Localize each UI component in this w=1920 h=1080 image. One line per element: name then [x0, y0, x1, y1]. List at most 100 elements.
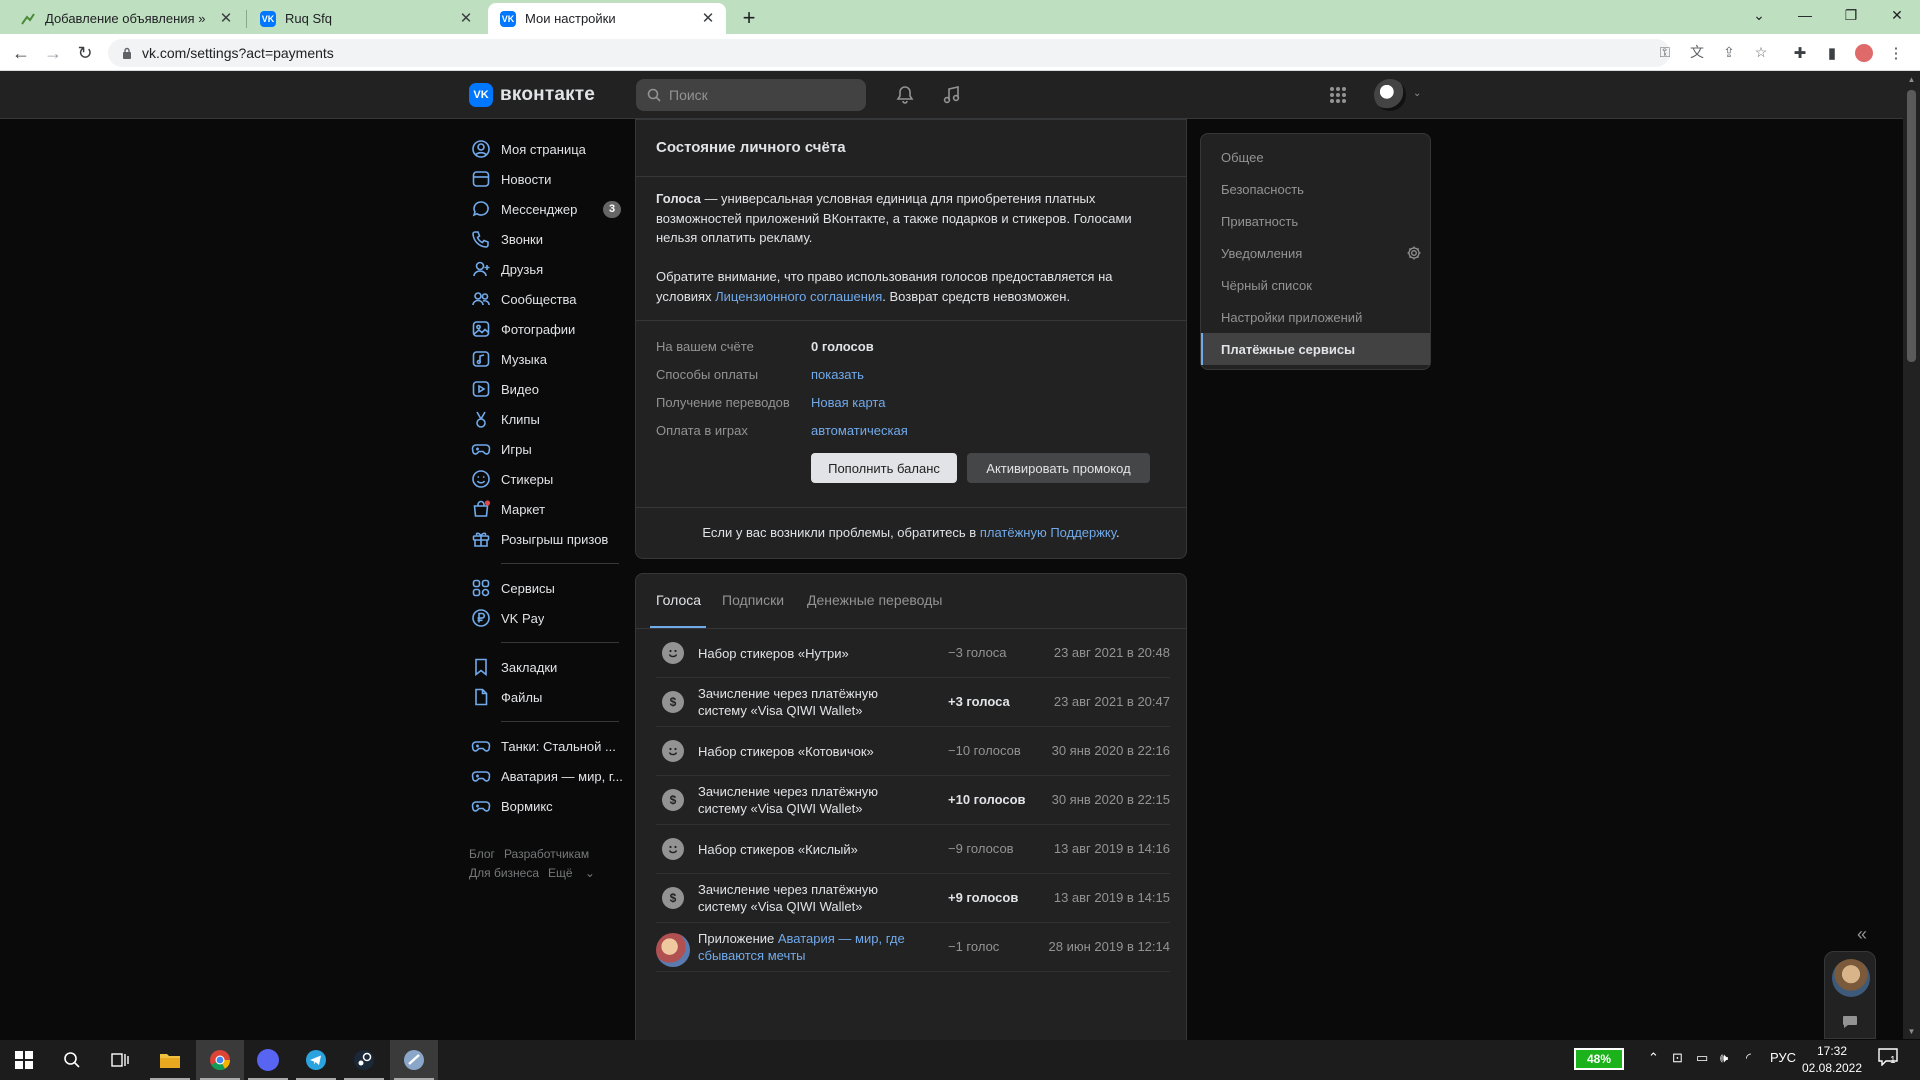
browser-tab[interactable]: Добавление объявления » Рын ✕ [8, 3, 244, 34]
browser-tab[interactable]: VK Ruq Sfq ✕ [248, 3, 484, 34]
sidebar-item-4-1[interactable]: Аватария — мир, г... [469, 761, 629, 791]
gear-icon[interactable] [1406, 245, 1422, 261]
back-arrow-icon[interactable]: ← [8, 40, 34, 66]
battery-indicator[interactable]: 48% [1574, 1048, 1624, 1070]
sidebar-item-1-5[interactable]: Сообщества [469, 284, 629, 314]
game-app-icon[interactable] [390, 1040, 438, 1080]
new-tab-button[interactable]: + [736, 6, 762, 32]
sidebar-item-1-10[interactable]: Игры [469, 434, 629, 464]
settings-menu-item[interactable]: Приватность [1201, 205, 1430, 237]
settings-menu-item[interactable]: Уведомления [1201, 237, 1430, 269]
url-bar[interactable]: vk.com/settings?act=payments [108, 39, 1670, 67]
extensions-puzzle-icon[interactable]: ✚ [1790, 43, 1810, 63]
chrome-icon[interactable] [196, 1040, 244, 1080]
system-clock[interactable]: 17:32 02.08.2022 [1800, 1043, 1864, 1077]
settings-menu-item[interactable]: Чёрный список [1201, 269, 1430, 301]
sidebar-item-1-0[interactable]: Моя страница [469, 134, 629, 164]
tab-subscriptions[interactable]: Подписки [722, 592, 784, 608]
sidebar-item-1-6[interactable]: Фотографии [469, 314, 629, 344]
tab-close-icon[interactable]: ✕ [700, 10, 716, 27]
steam-icon[interactable] [340, 1040, 388, 1080]
wifi-icon[interactable]: ◜ [1746, 1050, 1751, 1066]
notifications-center-icon[interactable]: 1 [1878, 1048, 1902, 1070]
windows-start-icon[interactable] [0, 1040, 48, 1080]
music-note-icon[interactable] [940, 83, 964, 107]
browser-menu-icon[interactable]: ⋮ [1886, 43, 1906, 63]
settings-menu-item[interactable]: Платёжные сервисы [1201, 333, 1430, 365]
footer-link-blog[interactable]: Блог [469, 847, 495, 861]
translate-icon[interactable]: 文 [1688, 43, 1706, 61]
footer-link-more[interactable]: Ещё ⌄ [548, 866, 595, 880]
sidebar-item-1-12[interactable]: Маркет [469, 494, 629, 524]
discord-icon[interactable] [244, 1040, 292, 1080]
vk-logo[interactable]: VK вконтакте [469, 83, 595, 107]
profile-avatar-icon[interactable] [1854, 43, 1874, 63]
share-icon[interactable]: ⇪ [1720, 43, 1738, 61]
forward-arrow-icon[interactable]: → [40, 40, 66, 66]
show-payment-methods-link[interactable]: показать [811, 367, 864, 382]
show-hidden-icons-chevron-icon[interactable]: ⌃ [1648, 1050, 1659, 1066]
sidebar-item-3-1[interactable]: Файлы [469, 682, 629, 712]
sidebar-item-4-0[interactable]: Танки: Стальной ... [469, 731, 629, 761]
file-icon [475, 688, 488, 706]
sidebar-item-1-11[interactable]: Стикеры [469, 464, 629, 494]
auto-payment-link[interactable]: автоматическая [811, 423, 908, 438]
sidebar-item-1-13[interactable]: Розыгрыш призов [469, 524, 629, 554]
scroll-down-icon[interactable]: ▼ [1906, 1027, 1917, 1037]
activate-promo-button[interactable]: Активировать промокод [967, 453, 1150, 483]
tab-search-chevron-icon[interactable]: ⌄ [1736, 0, 1782, 30]
close-window-icon[interactable]: ✕ [1874, 0, 1920, 30]
user-avatar[interactable] [1374, 79, 1406, 111]
balance-row: На вашем счёте 0 голосов [656, 336, 874, 356]
footer-link-business[interactable]: Для бизнеса [469, 866, 539, 880]
volume-icon[interactable]: 🕪 [1720, 1050, 1728, 1066]
sidebar-item-1-7[interactable]: Музыка [469, 344, 629, 374]
file-explorer-icon[interactable] [146, 1040, 194, 1080]
tab-money-transfers[interactable]: Денежные переводы [807, 592, 942, 608]
sidebar-item-2-0[interactable]: Сервисы [469, 573, 629, 603]
minimize-icon[interactable]: — [1782, 0, 1828, 30]
notifications-bell-icon[interactable] [893, 83, 917, 107]
telegram-icon[interactable] [292, 1040, 340, 1080]
settings-menu-item[interactable]: Общее [1201, 141, 1430, 173]
tab-votes[interactable]: Голоса [656, 592, 701, 608]
sidebar-item-1-1[interactable]: Новости [469, 164, 629, 194]
payment-support-link[interactable]: платёжную Поддержку [980, 525, 1116, 540]
tray-app-icon[interactable]: ⊡ [1672, 1050, 1683, 1066]
sidebar-item-1-3[interactable]: Звонки [469, 224, 629, 254]
battery-tray-icon[interactable]: ▭ [1696, 1050, 1708, 1066]
sidebar-item-2-1[interactable]: VK Pay [469, 603, 629, 633]
restore-icon[interactable]: ❐ [1828, 0, 1874, 30]
tab-close-icon[interactable]: ✕ [458, 10, 474, 27]
scrollbar-thumb[interactable] [1907, 90, 1916, 362]
new-card-link[interactable]: Новая карта [811, 395, 885, 410]
sidebar-item-1-8[interactable]: Видео [469, 374, 629, 404]
sidebar-item-1-9[interactable]: Клипы [469, 404, 629, 434]
sidebar-item-3-0[interactable]: Закладки [469, 652, 629, 682]
collapse-chats-icon[interactable]: « [1857, 924, 1867, 945]
tab-close-icon[interactable]: ✕ [218, 10, 234, 27]
scroll-up-icon[interactable]: ▲ [1906, 75, 1917, 85]
chat-bubble-icon[interactable] [1842, 1015, 1858, 1029]
apps-grid-icon[interactable] [1326, 83, 1350, 107]
chevron-down-icon[interactable]: ⌄ [1413, 88, 1421, 99]
chat-contact-avatar[interactable] [1832, 959, 1870, 997]
search-taskbar-icon[interactable] [48, 1040, 96, 1080]
side-panel-icon[interactable]: ▮ [1822, 43, 1842, 63]
task-view-icon[interactable] [96, 1040, 144, 1080]
sidebar-item-1-4[interactable]: Друзья [469, 254, 629, 284]
search-input[interactable]: Поиск [636, 79, 866, 111]
language-indicator[interactable]: РУС [1770, 1050, 1796, 1065]
reload-icon[interactable]: ↻ [72, 40, 98, 66]
sidebar-item-4-2[interactable]: Вормикс [469, 791, 629, 821]
license-agreement-link[interactable]: Лицензионного соглашения [715, 289, 882, 304]
app-avatar-icon[interactable] [656, 933, 690, 967]
settings-menu-item[interactable]: Настройки приложений [1201, 301, 1430, 333]
settings-menu-item[interactable]: Безопасность [1201, 173, 1430, 205]
key-icon[interactable]: ⚿ [1656, 43, 1674, 61]
sidebar-item-1-2[interactable]: Мессенджер 3 [469, 194, 629, 224]
browser-tab-active[interactable]: VK Мои настройки ✕ [488, 3, 726, 34]
top-up-balance-button[interactable]: Пополнить баланс [811, 453, 957, 483]
footer-link-dev[interactable]: Разработчикам [504, 847, 589, 861]
bookmark-star-icon[interactable]: ☆ [1752, 43, 1770, 61]
